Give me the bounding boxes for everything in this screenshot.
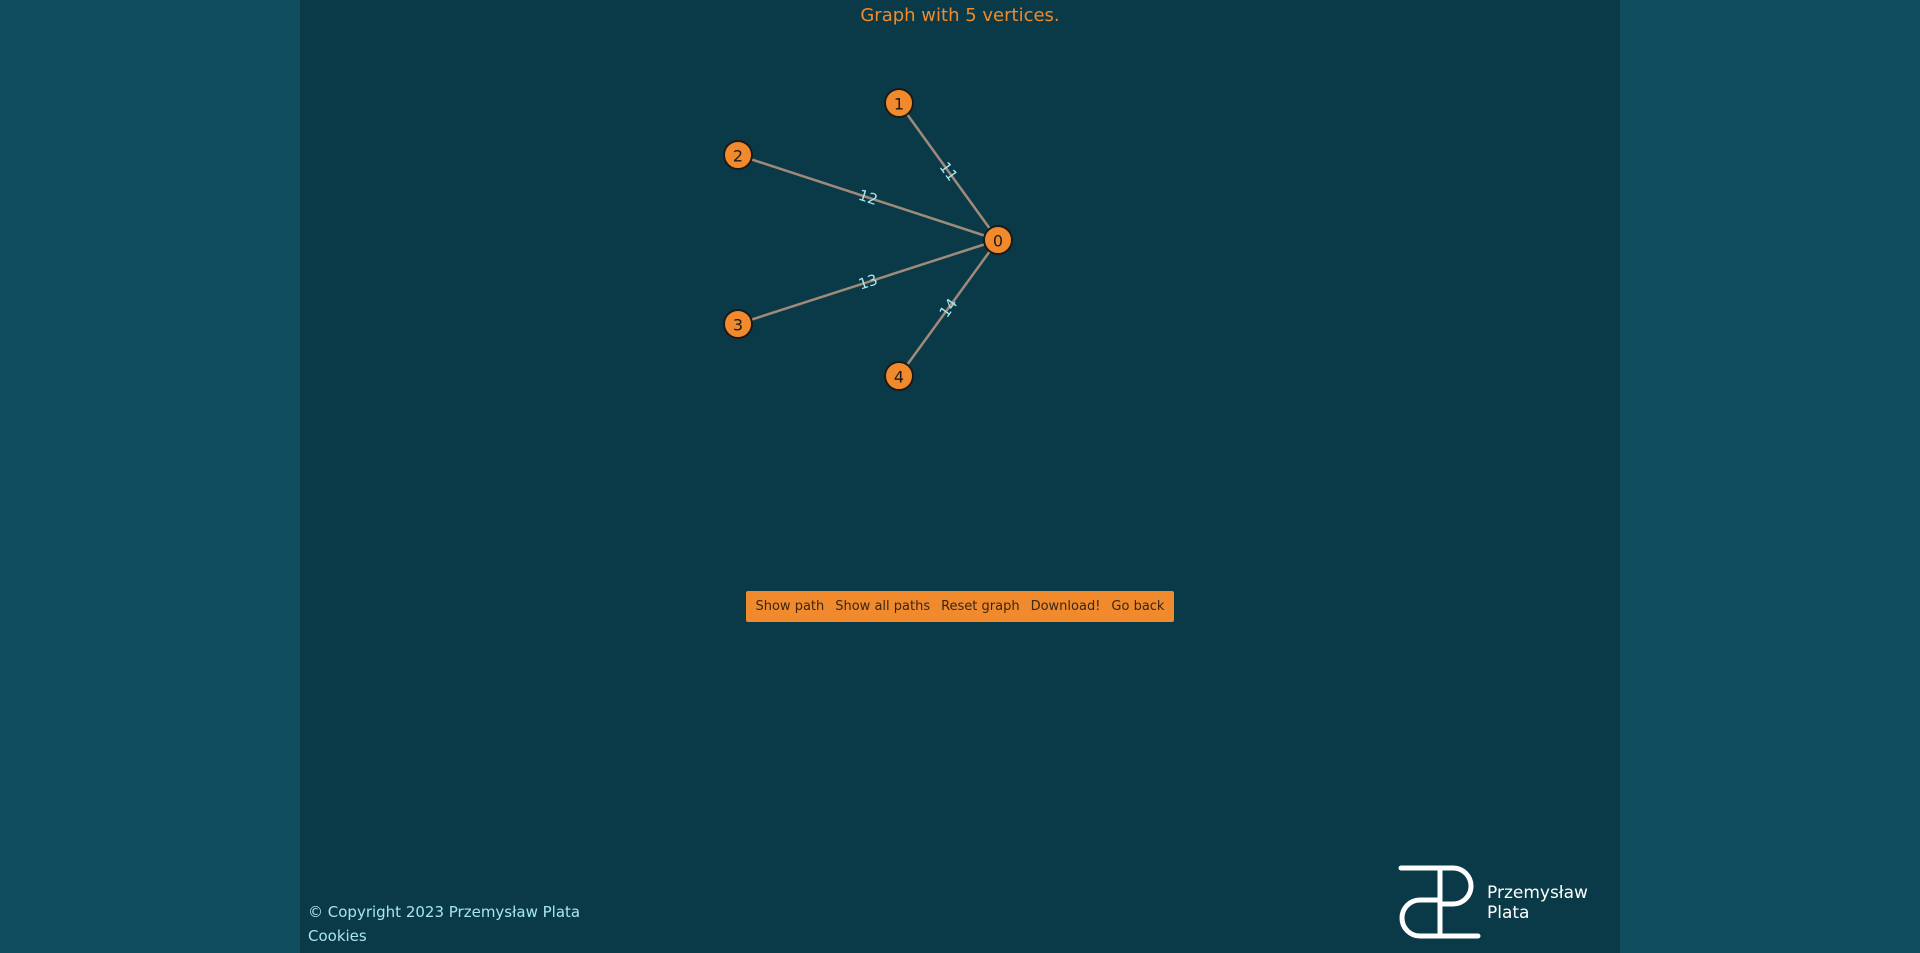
graph-vertex-1[interactable]: 1: [884, 88, 914, 118]
weights-layer: 11 12 13 14: [856, 158, 961, 321]
edge-weight-label: 13: [856, 271, 880, 294]
show-path-button[interactable]: Show path: [755, 599, 824, 614]
graph-vertex-0[interactable]: 0: [983, 225, 1013, 255]
graph-toolbar: Show path Show all paths Reset graph Dow…: [746, 591, 1174, 622]
download-button[interactable]: Download!: [1031, 599, 1101, 614]
graph-vertex-3[interactable]: 3: [723, 309, 753, 339]
go-back-button[interactable]: Go back: [1111, 599, 1164, 614]
logo-name: Przemysław Plata: [1487, 883, 1588, 923]
graph-vertex-4[interactable]: 4: [884, 361, 914, 391]
graph-vertex-2[interactable]: 2: [723, 140, 753, 170]
edge-weight-label: 11: [936, 158, 962, 184]
vertices-layer: 01234: [723, 88, 1013, 391]
logo-line-2: Plata: [1487, 903, 1530, 923]
main-content: Graph with 5 vertices. 11 12 13 14 01234 Sh…: [300, 0, 1620, 953]
graph-canvas: 11121314 01234: [723, 88, 1013, 391]
author-logo[interactable]: Przemysław Plata: [1398, 860, 1588, 940]
edge-weight-label: 14: [936, 295, 962, 321]
show-all-paths-button[interactable]: Show all paths: [835, 599, 930, 614]
vertex-label: 2: [733, 147, 743, 166]
vertex-label: 3: [733, 316, 743, 335]
cookies-link[interactable]: Cookies: [308, 927, 367, 945]
reset-graph-button[interactable]: Reset graph: [941, 599, 1020, 614]
vertex-label: 0: [993, 232, 1003, 251]
edges-layer: [737, 102, 1000, 377]
vertex-label: 1: [894, 95, 904, 114]
logo-mark-icon: [1398, 865, 1481, 939]
logo-line-1: Przemysław: [1487, 883, 1588, 903]
edge-weight-label: 12: [856, 186, 880, 209]
vertex-label: 4: [894, 368, 904, 387]
copyright-text: © Copyright 2023 Przemysław Plata: [308, 903, 581, 921]
